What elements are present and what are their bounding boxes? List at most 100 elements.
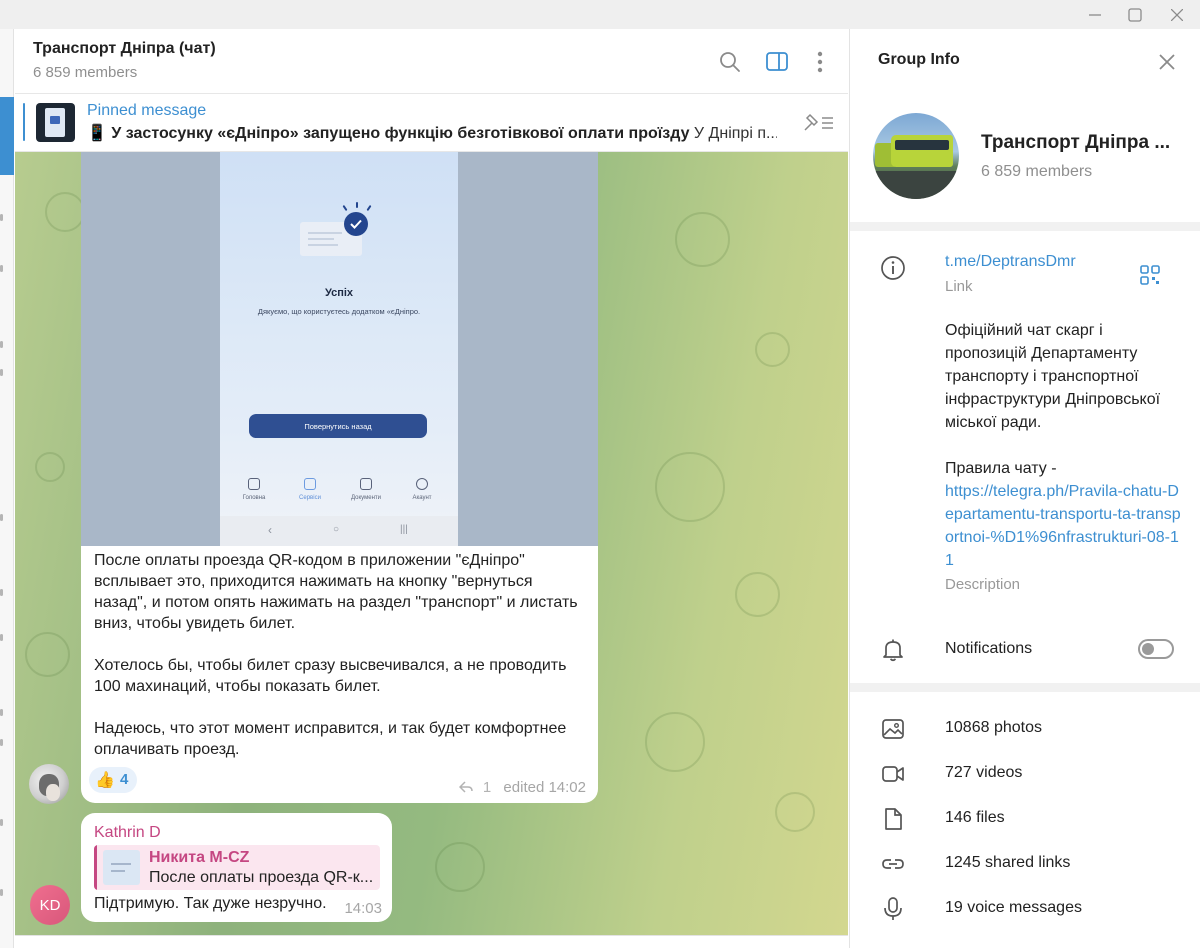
voice-count: 19 voice messages bbox=[945, 899, 1082, 916]
maximize-icon bbox=[1128, 7, 1142, 22]
voice-messages-row[interactable]: 19 voice messages bbox=[850, 886, 1200, 931]
message-bubble[interactable]: Успіх Дякуємо, що користуєтесь додатком … bbox=[81, 152, 598, 803]
strip-marker bbox=[0, 819, 3, 826]
pinned-list-button[interactable] bbox=[802, 111, 836, 135]
background-doodle bbox=[775, 792, 815, 832]
shared-videos-row[interactable]: 727 videos bbox=[850, 751, 1200, 796]
chat-member-count: 6 859 members bbox=[33, 64, 138, 81]
chat-messages-area[interactable]: Успіх Дякуємо, що користуєтесь додатком … bbox=[15, 152, 848, 935]
screenshot-back-button: Повернутись назад bbox=[249, 414, 427, 438]
message-bubble[interactable]: Kathrin D Никита M-CZ После оплаты проез… bbox=[81, 813, 392, 922]
thumbs-up-icon: 👍 bbox=[95, 772, 115, 789]
screenshot-subtitle: Дякуємо, що користуєтесь додатком «єДніп… bbox=[257, 307, 421, 316]
nav-home-icon: ○ bbox=[333, 524, 340, 535]
background-doodle bbox=[675, 212, 730, 267]
links-count: 1245 shared links bbox=[945, 854, 1071, 871]
composer-edge bbox=[15, 935, 848, 948]
screenshot-tab: Головна bbox=[229, 476, 279, 501]
check-ray bbox=[342, 204, 348, 212]
screenshot-title: Успіх bbox=[324, 287, 354, 299]
photo-icon bbox=[882, 719, 904, 739]
group-avatar[interactable] bbox=[873, 113, 959, 199]
close-window-button[interactable] bbox=[1160, 0, 1194, 29]
background-doodle bbox=[25, 632, 70, 677]
rules-link[interactable]: https://telegra.ph/Pravila-chatu-Departa… bbox=[945, 480, 1185, 572]
chat-title[interactable]: Транспорт Дніпра (чат) bbox=[33, 40, 216, 58]
chat-header[interactable]: Транспорт Дніпра (чат) 6 859 members bbox=[15, 29, 848, 94]
reply-preview[interactable]: Никита M-CZ После оплаты проезда QR-к... bbox=[94, 845, 380, 890]
strip-marker bbox=[0, 369, 3, 376]
group-name: Транспорт Дніпра ... bbox=[981, 132, 1171, 153]
maximize-button[interactable] bbox=[1118, 0, 1152, 29]
notifications-label: Notifications bbox=[945, 640, 1033, 657]
section-divider bbox=[850, 683, 1200, 692]
background-doodle bbox=[655, 452, 725, 522]
home-icon bbox=[248, 478, 260, 490]
reaction-thumbs-up[interactable]: 👍 4 bbox=[89, 767, 137, 793]
video-icon bbox=[882, 766, 904, 782]
description-label: Description bbox=[945, 576, 1021, 593]
panel-title: Group Info bbox=[878, 51, 960, 68]
chat-list-strip[interactable] bbox=[0, 29, 14, 948]
check-ray bbox=[366, 204, 372, 212]
minimize-button[interactable] bbox=[1078, 0, 1112, 29]
bell-icon bbox=[880, 637, 906, 663]
app-screenshot: Успіх Дякуємо, що користуєтесь додатком … bbox=[220, 152, 458, 546]
qr-code-icon bbox=[1140, 265, 1160, 285]
message-time: 14:03 bbox=[344, 900, 382, 917]
shared-photos-row[interactable]: 10868 photos bbox=[850, 706, 1200, 751]
screenshot-tab-bar: Головна Сервіси Документи Акаунт bbox=[220, 476, 458, 516]
more-options-button[interactable] bbox=[807, 49, 833, 75]
message-text: Підтримую. Так дуже незручно. bbox=[94, 895, 327, 912]
grid-icon bbox=[304, 478, 316, 490]
more-vertical-icon bbox=[817, 51, 823, 73]
strip-marker bbox=[0, 739, 3, 746]
strip-marker bbox=[0, 514, 3, 521]
toggle-info-panel-button[interactable] bbox=[764, 49, 790, 75]
background-doodle bbox=[35, 452, 65, 482]
reply-count-button[interactable]: 1 bbox=[458, 779, 492, 796]
nav-recents-icon: ||| bbox=[400, 524, 408, 535]
close-icon bbox=[1171, 8, 1183, 21]
rules-label: Правила чату - bbox=[945, 460, 1057, 477]
strip-marker bbox=[0, 889, 3, 896]
sidebar-toggle-icon bbox=[766, 52, 788, 71]
check-ray bbox=[356, 202, 358, 208]
strip-marker bbox=[0, 341, 3, 348]
search-button[interactable] bbox=[717, 49, 743, 75]
search-icon bbox=[720, 52, 740, 72]
screenshot-tab: Сервіси bbox=[285, 476, 335, 501]
success-check-icon bbox=[344, 212, 368, 236]
link-icon bbox=[882, 859, 904, 869]
message-photo[interactable]: Успіх Дякуємо, що користуєтесь додатком … bbox=[81, 152, 598, 546]
edited-time: edited 14:02 bbox=[503, 779, 586, 796]
shared-links-row[interactable]: 1245 shared links bbox=[850, 841, 1200, 886]
avatar[interactable]: KD bbox=[30, 885, 70, 925]
group-description: Офіційний чат скарг і пропозицій Департа… bbox=[945, 319, 1185, 572]
info-icon bbox=[880, 255, 906, 281]
close-panel-button[interactable] bbox=[1154, 49, 1180, 75]
reaction-count: 4 bbox=[120, 771, 129, 788]
photos-count: 10868 photos bbox=[945, 719, 1042, 736]
pin-list-icon bbox=[804, 113, 833, 131]
reply-bar bbox=[94, 845, 97, 890]
pinned-message-bar[interactable]: Pinned message 📱 У застосунку «єДніпро» … bbox=[15, 95, 848, 152]
group-link[interactable]: t.me/DeptransDmr bbox=[945, 253, 1076, 271]
pinned-text-bold: У застосунку «єДніпро» запущено функцію … bbox=[111, 125, 690, 142]
shared-files-row[interactable]: 146 files bbox=[850, 796, 1200, 841]
background-doodle bbox=[645, 712, 705, 772]
description-text: Офіційний чат скарг і пропозицій Департа… bbox=[945, 322, 1161, 431]
avatar[interactable] bbox=[29, 764, 69, 804]
strip-marker bbox=[0, 214, 3, 221]
qr-code-button[interactable] bbox=[1140, 265, 1160, 285]
pinned-emoji: 📱 bbox=[87, 125, 107, 142]
pinned-text-rest: У Дніпрі п... bbox=[693, 125, 777, 142]
message-author[interactable]: Kathrin D bbox=[94, 824, 161, 842]
notifications-toggle[interactable] bbox=[1138, 639, 1174, 659]
screenshot-tab: Акаунт bbox=[397, 476, 447, 501]
active-chat-indicator bbox=[0, 97, 14, 175]
strip-marker bbox=[0, 634, 3, 641]
videos-count: 727 videos bbox=[945, 764, 1023, 781]
pinned-label: Pinned message bbox=[87, 102, 207, 119]
reply-count: 1 bbox=[482, 779, 492, 796]
